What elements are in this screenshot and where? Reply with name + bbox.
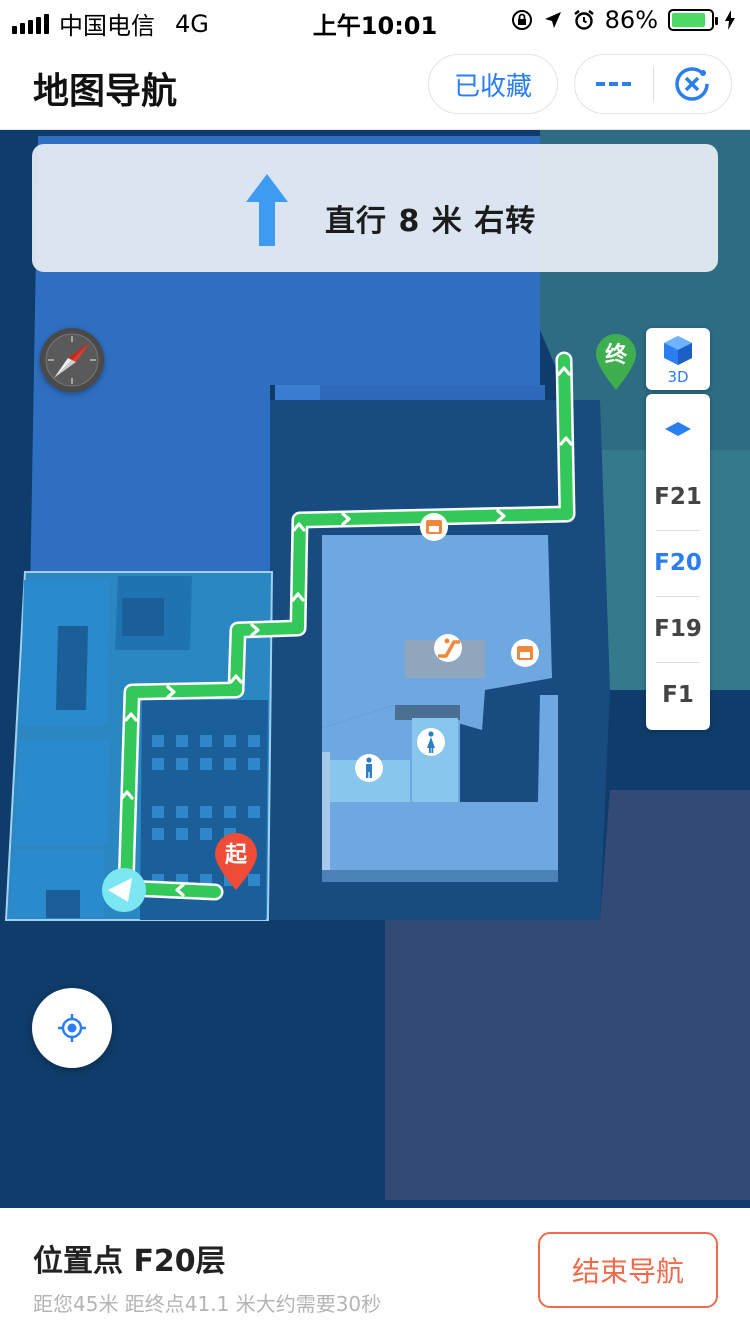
map-room-a-desk [122,598,164,636]
miniprogram-capsule [574,54,732,114]
orientation-lock-icon [511,10,532,30]
view-mode-3d-button[interactable]: 3D [646,328,710,390]
start-marker-label: 起 [224,843,248,868]
user-location-icon [102,868,146,912]
locate-icon [58,1014,86,1042]
alarm-icon [573,10,594,30]
page-title: 地图导航 [33,71,178,112]
compass-button[interactable] [40,328,104,392]
map-room-b-desk [56,626,88,710]
floor-toggle-button[interactable] [646,394,710,464]
battery-percent: 86% [604,6,658,34]
map-wall [322,752,330,870]
map-room-c [14,740,110,845]
instruction-text: 直行 8 米 右转 [325,204,537,239]
more-button[interactable] [575,55,653,113]
map-scene: 终 起 [4,130,750,1200]
instruction-banner: 直行 8 米 右转 [32,144,718,272]
end-marker-label: 终 [605,342,628,368]
indoor-map[interactable]: 终 起 直行 8 米 右转 3D F21 F20 F19 F1 [0,130,750,1208]
floor-f21[interactable]: F21 [646,464,710,530]
current-location: 位置点 F20层 [33,1244,226,1279]
floor-picker: F21 F20 F19 F1 [646,394,710,730]
end-navigation-button[interactable]: 结束导航 [538,1232,718,1308]
charging-icon [725,10,735,30]
location-arrow-icon [544,12,561,28]
map-room-d-desk [46,890,80,918]
escalator-icon[interactable] [434,634,462,662]
bottom-panel: 位置点 F20层 距您45米 距终点41.1 米大约需要30秒 结束导航 [0,1208,750,1334]
map-area-edge [322,870,558,882]
floor-toggle-icon [665,422,691,436]
locate-button[interactable] [32,988,112,1068]
compass-icon [45,333,99,387]
close-icon [675,67,709,101]
route-summary: 距您45米 距终点41.1 米大约需要30秒 [33,1292,382,1316]
floor-f19[interactable]: F19 [646,596,710,662]
floor-f20[interactable]: F20 [646,530,710,596]
status-bar: 中国电信 4G 上午10:01 86% [0,0,750,40]
more-icon [595,82,631,86]
map-room-top [395,705,460,720]
floor-f1[interactable]: F1 [646,662,710,728]
battery-icon [668,9,718,31]
map-block-edge [275,385,320,400]
elevator-icon-2[interactable] [511,639,539,667]
restroom-female-icon[interactable] [417,728,445,756]
view-mode-label: 3D [667,368,689,386]
battery-fill [672,13,705,27]
favorite-button[interactable]: 已收藏 [428,54,558,114]
arrow-up-icon [246,174,288,246]
status-right: 86% [511,6,736,34]
cube-3d-icon [664,336,692,365]
restroom-male-icon[interactable] [355,754,383,782]
header: 地图导航 已收藏 [0,40,750,130]
elevator-icon[interactable] [420,513,448,541]
close-button[interactable] [654,55,732,113]
